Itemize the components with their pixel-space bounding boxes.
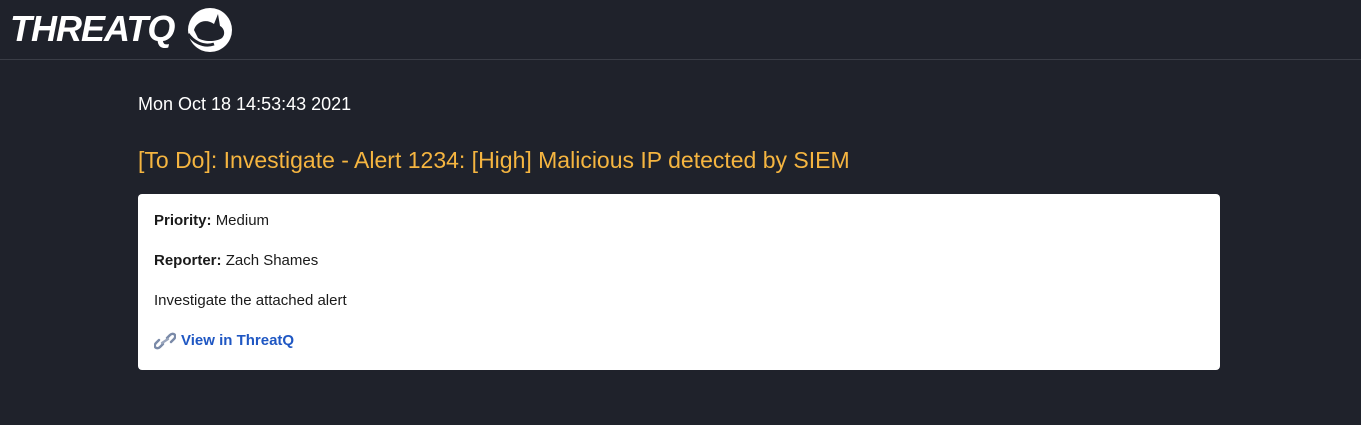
email-subject: [To Do]: Investigate - Alert 1234: [High…	[138, 147, 850, 173]
reporter-row: Reporter: Zach Shames	[154, 251, 318, 271]
reporter-label: Reporter:	[154, 252, 222, 269]
priority-label: Priority:	[154, 212, 212, 229]
view-link-label: View in ThreatQ	[181, 332, 295, 349]
view-in-threatq-link[interactable]: View in ThreatQ	[154, 332, 295, 350]
reporter-value: Zach Shames	[225, 252, 319, 269]
link-icon	[154, 332, 176, 350]
view-link-row: View in ThreatQ	[154, 331, 294, 351]
logo-wordmark: THREATQ	[10, 8, 175, 49]
description-text: Investigate the attached alert	[154, 292, 347, 309]
rhino-logo-icon	[187, 8, 233, 52]
priority-row: Priority: Medium	[154, 211, 269, 231]
email-date: Mon Oct 18 14:53:43 2021	[138, 94, 352, 114]
top-bar: THREATQ	[0, 0, 1361, 60]
priority-value: Medium	[215, 212, 270, 229]
email-card: Priority: Medium Reporter: Zach Shames I…	[138, 194, 1220, 370]
threatq-logo[interactable]: THREATQ	[10, 4, 236, 54]
